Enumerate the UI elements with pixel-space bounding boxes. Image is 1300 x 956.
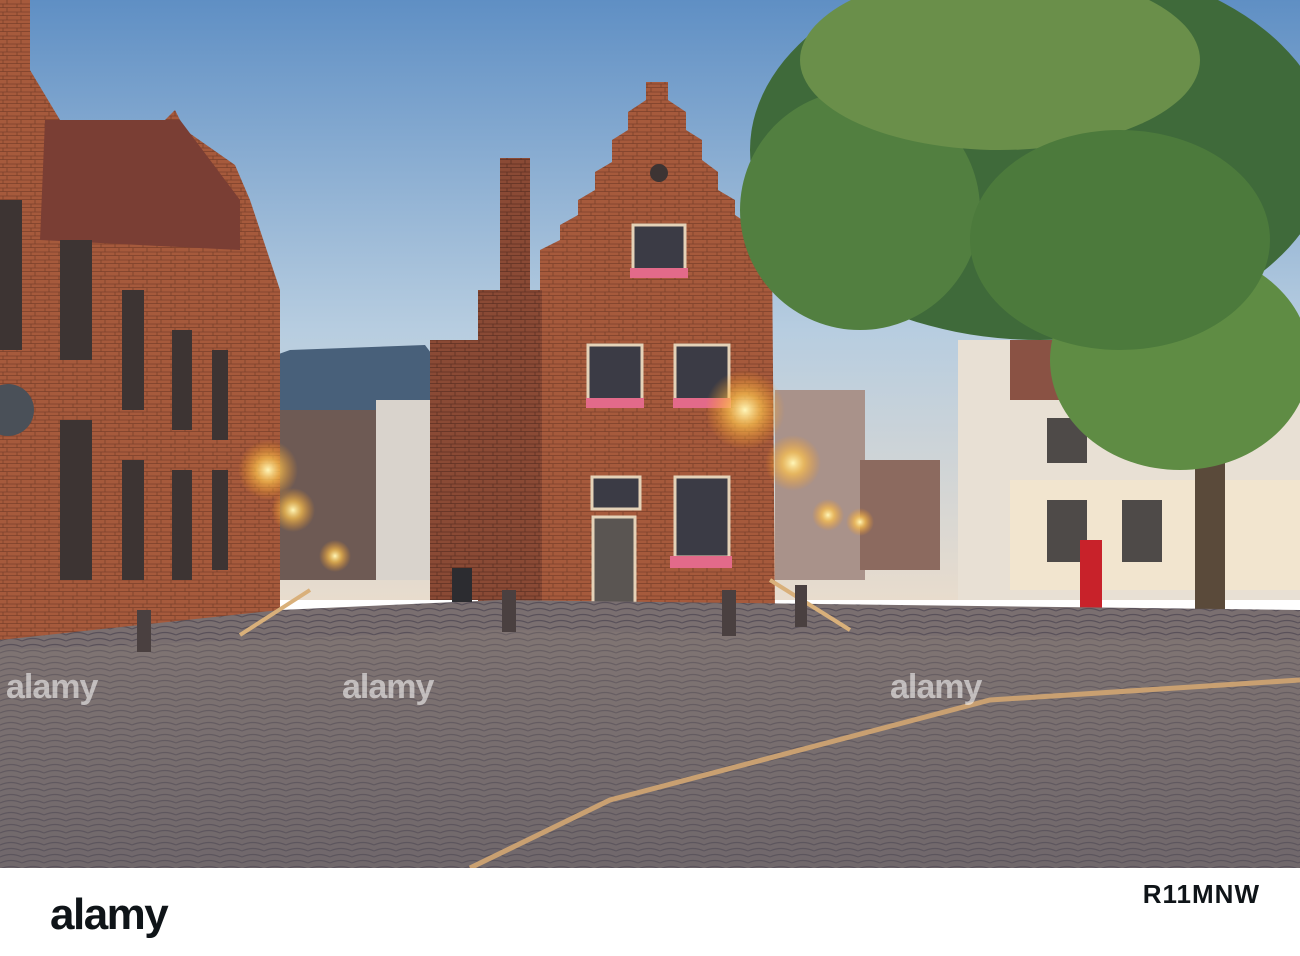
watermark-center: alamy [342,668,434,706]
street-photo: alamy alamy alamy [0,0,1300,868]
image-id-block: R11MNW [1142,879,1260,909]
trash-bin [452,568,472,602]
street-scene [0,0,1300,868]
footer-bar: alamy R11MNW [0,868,1300,956]
front-door [591,515,637,616]
white-house [376,400,432,580]
watermark-left: alamy [6,668,98,706]
image-id: R11MNW [1142,879,1260,909]
alamy-logo: alamy [50,890,169,939]
red-postbox [1080,540,1102,610]
chimney [500,158,530,308]
street-shade [0,630,1300,868]
side-house [478,290,542,610]
watermark-right: alamy [890,668,982,706]
round-window [650,164,668,182]
